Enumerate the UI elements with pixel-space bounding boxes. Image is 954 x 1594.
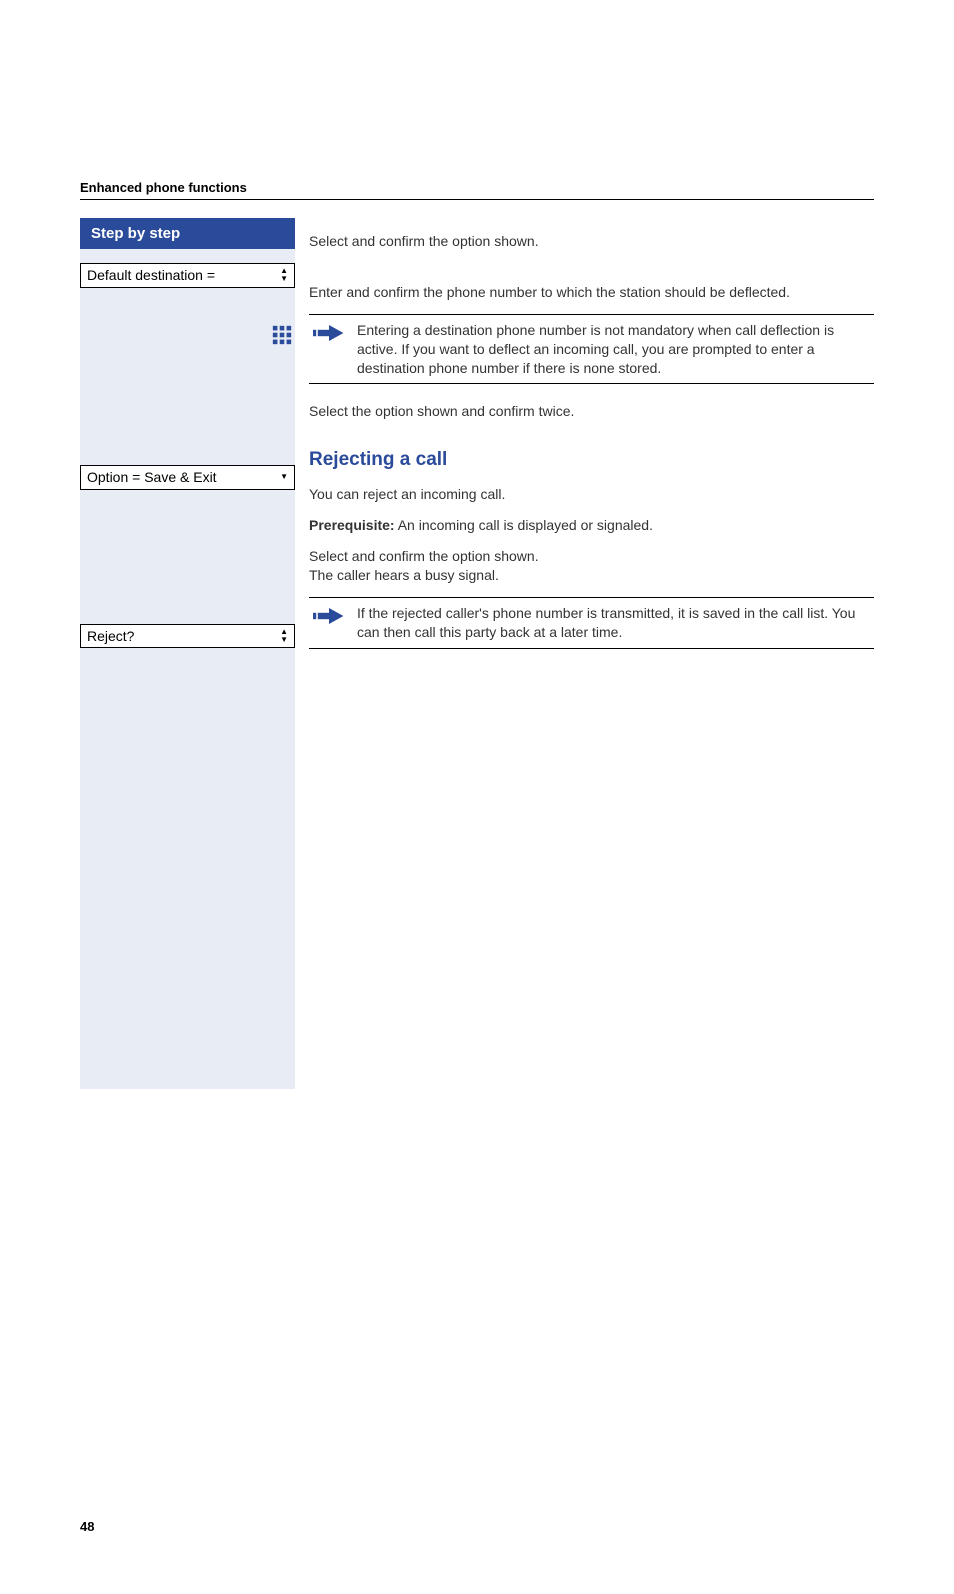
prerequisite-label: Prerequisite: xyxy=(309,517,395,533)
note-arrow-icon xyxy=(313,604,345,642)
page-header: Enhanced phone functions xyxy=(80,180,874,195)
content-column: Select and confirm the option shown. Ent… xyxy=(309,218,874,1089)
instruction-text: Enter and confirm the phone number to wh… xyxy=(309,283,874,302)
display-option-save-exit: Option = Save & Exit xyxy=(80,465,295,490)
display-label: Reject? xyxy=(87,628,134,645)
instruction-text: The caller hears a busy signal. xyxy=(309,566,874,585)
left-column: Step by step Default destination = xyxy=(80,218,295,1089)
note-arrow-icon xyxy=(313,321,345,378)
note-text: If the rejected caller's phone number is… xyxy=(357,604,870,642)
display-option-reject: Reject? xyxy=(80,624,295,649)
body-text: Prerequisite: An incoming call is displa… xyxy=(309,516,874,535)
updown-arrows-icon xyxy=(280,267,288,283)
updown-arrows-icon xyxy=(280,628,288,644)
display-label: Option = Save & Exit xyxy=(87,469,217,486)
display-option-default-destination: Default destination = xyxy=(80,263,295,288)
keypad-icon xyxy=(271,324,293,346)
instruction-text: Select the option shown and confirm twic… xyxy=(309,402,874,421)
instruction-text: Select and confirm the option shown. xyxy=(309,547,874,566)
down-arrow-icon xyxy=(280,473,288,481)
note-box: Entering a destination phone number is n… xyxy=(309,314,874,385)
step-by-step-header: Step by step xyxy=(80,218,295,249)
section-heading: Rejecting a call xyxy=(309,449,874,471)
display-label: Default destination = xyxy=(87,267,215,284)
instruction-text: Select and confirm the option shown. xyxy=(309,232,874,251)
note-box: If the rejected caller's phone number is… xyxy=(309,597,874,649)
prerequisite-text: An incoming call is displayed or signale… xyxy=(395,517,653,533)
note-text: Entering a destination phone number is n… xyxy=(357,321,870,378)
page-number: 48 xyxy=(80,1519,874,1534)
body-text: You can reject an incoming call. xyxy=(309,485,874,504)
header-divider xyxy=(80,199,874,200)
